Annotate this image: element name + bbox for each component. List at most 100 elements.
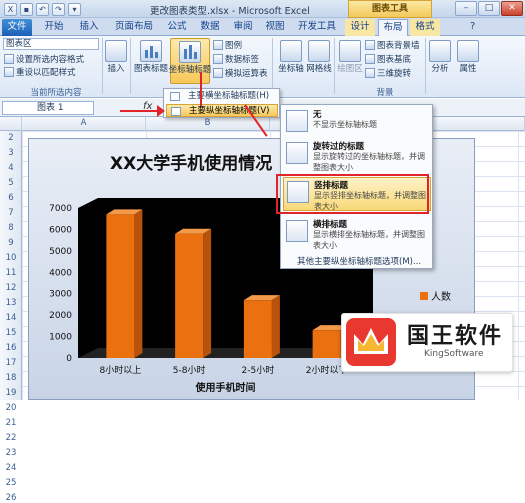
row-header[interactable]: 20 [0, 403, 22, 413]
row-header[interactable]: 9 [0, 238, 22, 248]
y-tick-label: 3000 [49, 290, 72, 300]
x-axis-title: 使用手机时间 [195, 381, 256, 394]
row-header[interactable]: 15 [0, 328, 22, 338]
tab-data[interactable]: 数据 [195, 19, 225, 36]
row-header[interactable]: 17 [0, 358, 22, 368]
chart-floor-button[interactable]: 图表基底 [365, 53, 411, 65]
column-header-a[interactable]: A [22, 117, 146, 131]
excel-logo-icon[interactable]: X [4, 2, 17, 16]
tab-page-layout[interactable]: 页面布局 [110, 19, 158, 36]
bar [243, 300, 272, 358]
properties-icon [457, 40, 479, 62]
row-header[interactable]: 4 [0, 163, 22, 173]
bar-side [134, 209, 143, 358]
name-box[interactable]: 图表 1 [2, 101, 94, 115]
tab-file[interactable]: 文件 [2, 19, 32, 36]
row-header[interactable]: 24 [0, 463, 22, 473]
row-header[interactable]: 19 [0, 388, 22, 398]
row-header[interactable]: 11 [0, 268, 22, 278]
group-label-selection: 当前所选内容 [30, 88, 82, 98]
vertical-axis-icon [171, 107, 181, 116]
ribbon-tabs: 文件 开始 插入 页面布局 公式 数据 审阅 视图 开发工具 设计 布局 格式 … [0, 18, 525, 36]
tab-format[interactable]: 格式 [410, 19, 440, 36]
watermark-text-en: KingSoftware [424, 349, 484, 359]
rotated-title-icon [286, 142, 308, 164]
maximize-icon[interactable]: □ [478, 1, 500, 16]
axes-button[interactable]: 坐标轴 [278, 38, 304, 84]
menu-item-primary-horizontal[interactable]: 主要横坐标轴标题(H) [166, 90, 278, 103]
axis-title-menu: 主要横坐标轴标题(H) 主要纵坐标轴标题(V) [163, 88, 280, 118]
tab-insert[interactable]: 插入 [73, 19, 105, 36]
highlight-box [276, 174, 429, 214]
option-none[interactable]: 无不显示坐标轴标题 [283, 107, 431, 135]
reset-style-button[interactable]: 重设以匹配样式 [4, 66, 76, 78]
more-options-link[interactable]: 其他主要纵坐标轴标题选项(M)... [297, 255, 421, 267]
row-header[interactable]: 2 [0, 133, 22, 143]
y-tick-label: 1000 [49, 333, 72, 343]
minimize-icon[interactable]: – [455, 1, 477, 16]
chart-title-icon [140, 40, 162, 62]
x-tick-label: 2-5小时 [242, 364, 275, 376]
row-header[interactable]: 26 [0, 493, 22, 503]
save-icon[interactable]: ▪ [20, 2, 33, 16]
row-header[interactable]: 3 [0, 148, 22, 158]
undo-icon[interactable]: ↶ [36, 2, 49, 16]
plot-area-button[interactable]: 绘图区 [337, 38, 363, 84]
row-header[interactable]: 8 [0, 223, 22, 233]
selection-dropdown[interactable]: 图表区 [3, 38, 99, 50]
customize-qat-icon[interactable]: ▾ [68, 2, 81, 16]
row-header[interactable]: 21 [0, 418, 22, 428]
chart-wall-button[interactable]: 图表背景墙 [365, 39, 420, 51]
data-labels-button[interactable]: 数据标签 [213, 53, 259, 65]
chart-title-button[interactable]: 图表标题 [133, 38, 169, 84]
tab-view[interactable]: 视图 [260, 19, 290, 36]
y-tick-label: 2000 [49, 311, 72, 321]
crown-icon [346, 318, 396, 366]
row-header[interactable]: 5 [0, 178, 22, 188]
tab-design[interactable]: 设计 [345, 19, 375, 36]
no-title-icon [286, 110, 308, 132]
x-tick-label: 8小时以上 [100, 364, 142, 376]
row-header[interactable]: 7 [0, 208, 22, 218]
y-tick-label: 0 [66, 354, 72, 364]
row-header[interactable]: 13 [0, 298, 22, 308]
help-icon[interactable]: ? [470, 21, 475, 32]
bar [312, 330, 341, 358]
option-rotated-title[interactable]: 旋转过的标题 显示旋转过的坐标轴标题，并调整图表大小 [283, 139, 431, 173]
row-header[interactable]: 23 [0, 448, 22, 458]
row-header[interactable]: 10 [0, 253, 22, 263]
rotation-3d-button[interactable]: 三维旋转 [365, 67, 411, 79]
axis-title-button[interactable]: 坐标轴标题 [169, 38, 211, 84]
tab-home[interactable]: 开始 [38, 19, 70, 36]
format-selection-button[interactable]: 设置所选内容格式 [4, 53, 84, 65]
legend-swatch [420, 291, 428, 300]
insert-button[interactable]: 插入 [105, 38, 127, 84]
option-horizontal-title[interactable]: 横排标题 显示横排坐标轴标题，并调整图表大小 [283, 217, 431, 251]
close-icon[interactable]: ✕ [501, 1, 523, 16]
menu-item-primary-vertical[interactable]: 主要纵坐标轴标题(V) [166, 104, 278, 117]
column-header-b[interactable]: B [146, 117, 270, 131]
tab-review[interactable]: 审阅 [228, 19, 258, 36]
row-header[interactable]: 16 [0, 343, 22, 353]
row-header[interactable]: 12 [0, 283, 22, 293]
row-header[interactable]: 18 [0, 373, 22, 383]
row-header[interactable]: 22 [0, 433, 22, 443]
insert-icon [105, 40, 127, 62]
tab-layout[interactable]: 布局 [378, 19, 408, 36]
row-header[interactable]: 25 [0, 478, 22, 488]
row-header[interactable]: 14 [0, 313, 22, 323]
row-header[interactable]: 6 [0, 193, 22, 203]
tab-formulas[interactable]: 公式 [162, 19, 192, 36]
tab-developer[interactable]: 开发工具 [293, 19, 341, 36]
analysis-button[interactable]: 分析 [428, 38, 452, 84]
bar-side [203, 228, 212, 358]
data-table-button[interactable]: 模拟运算表 [213, 67, 268, 79]
reset-icon [4, 67, 14, 77]
horizontal-axis-icon [170, 92, 180, 101]
legend-button[interactable]: 图例 [213, 39, 242, 51]
redo-icon[interactable]: ↷ [52, 2, 65, 16]
chart-title[interactable]: XX大学手机使用情况 [110, 149, 272, 174]
properties-button[interactable]: 属性 [456, 38, 480, 84]
gridlines-button[interactable]: 网格线 [306, 38, 332, 84]
chart-legend[interactable]: 人数 [420, 288, 451, 303]
